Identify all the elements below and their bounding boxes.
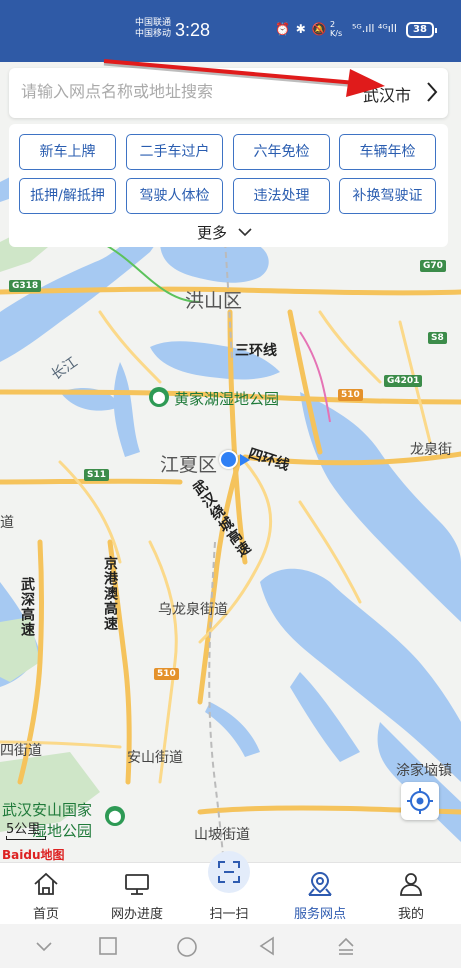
current-location-dot	[219, 450, 238, 469]
system-nav-bar	[0, 924, 461, 968]
tab-home-label: 首页	[32, 907, 59, 922]
monitor-icon	[125, 874, 149, 895]
map-label-longquan: 龙泉街	[410, 442, 452, 458]
service-shortcuts: 新车上牌 二手车过户 六年免检 车辆年检 抵押/解抵押 驾驶人体检 违法处理 补…	[9, 124, 448, 247]
signal-icon: ⁵ᴳ.ıll ⁴ᴳıll	[352, 22, 397, 35]
user-icon	[400, 873, 422, 896]
service-license-replace-button[interactable]: 补换驾驶证	[339, 178, 436, 214]
map-pin-icon	[308, 871, 332, 896]
more-services-button[interactable]: 更多	[197, 222, 227, 243]
tab-mine-label: 我的	[397, 907, 424, 922]
service-violation-button[interactable]: 违法处理	[233, 178, 330, 214]
net-speed-unit: K/s	[330, 29, 343, 38]
tab-scan[interactable]: 扫一扫	[184, 851, 274, 925]
shield-510-a: 510	[338, 389, 363, 401]
tab-mine[interactable]: 我的	[366, 863, 456, 925]
tab-service-points-label: 服务网点	[293, 907, 346, 922]
map-label-dao: 道	[0, 515, 14, 531]
service-driver-medical-button[interactable]: 驾驶人体检	[126, 178, 223, 214]
baidu-map-logo: Baidu地图	[2, 848, 65, 862]
shield-510-b: 510	[154, 668, 179, 680]
tab-home[interactable]: 首页	[1, 863, 91, 925]
status-bar: 中国联通 中国移动 3:28 ⏰ ✱ 🔕 2 K/s ⁵ᴳ.ıll ⁴ᴳıll …	[0, 0, 461, 62]
park-icon-2: ⬤	[105, 806, 125, 826]
chevron-down-icon[interactable]	[237, 227, 253, 237]
service-new-plate-button[interactable]: 新车上牌	[19, 134, 116, 170]
service-transfer-button[interactable]: 二手车过户	[126, 134, 223, 170]
location-heading-icon	[240, 454, 250, 466]
map-label-wushen: 武深高速	[19, 577, 35, 637]
map-scale-label: 5公里	[6, 822, 41, 837]
shield-s8: S8	[428, 332, 447, 344]
carrier-names: 中国联通 中国移动	[135, 18, 171, 40]
chevron-right-icon[interactable]	[425, 80, 439, 104]
carrier-unicom: 中国联通	[135, 18, 172, 28]
chevron-down-icon-nav[interactable]	[34, 936, 54, 956]
net-speed-value: 2	[330, 20, 336, 29]
park-icon: ⬤	[149, 387, 169, 407]
tab-progress-label: 网办进度	[110, 907, 163, 922]
crosshair-icon	[407, 788, 433, 814]
tab-service-points[interactable]: 服务网点	[275, 863, 365, 925]
bottom-tab-bar: 首页 网办进度 扫一扫 服务网点 我的	[0, 851, 461, 925]
home-circle-icon[interactable]	[176, 936, 198, 958]
annotation-arrow-icon	[103, 59, 385, 97]
locate-me-button[interactable]	[401, 782, 439, 820]
service-annual-inspection-button[interactable]: 车辆年检	[339, 134, 436, 170]
service-mortgage-button[interactable]: 抵押/解抵押	[19, 178, 116, 214]
map-label-huangjiahu: 黄家湖湿地公园	[174, 390, 280, 408]
service-exemption-button[interactable]: 六年免检	[233, 134, 330, 170]
map-label-wulongquan: 乌龙泉街道	[158, 602, 228, 618]
shield-s11: S11	[84, 469, 110, 481]
map-label-shanpo: 山坡街道	[194, 827, 250, 843]
recent-apps-icon[interactable]	[98, 936, 118, 956]
scan-icon	[218, 861, 240, 883]
map-label-hongshan: 洪山区	[185, 290, 243, 312]
carrier-mobile: 中国移动	[135, 29, 172, 39]
map-label-anshan: 安山街道	[127, 750, 183, 766]
shield-g70: G70	[420, 260, 446, 272]
net-speed: 2 K/s	[330, 20, 342, 38]
keyboard-up-icon[interactable]	[336, 936, 356, 956]
battery-icon: 38	[406, 22, 437, 38]
map-label-anshan-park-1: 武汉安山国家	[2, 801, 93, 819]
home-icon	[34, 872, 58, 895]
status-icons: ⏰ ✱ 🔕	[275, 22, 328, 36]
shield-g318: G318	[9, 280, 42, 292]
map-label-si-dao: 四街道	[0, 743, 42, 759]
map-label-jiangxia: 江夏区	[160, 454, 218, 476]
tab-scan-label: 扫一扫	[209, 907, 249, 922]
map-label-jinggang: 京港澳高速	[102, 556, 118, 631]
tab-progress[interactable]: 网办进度	[92, 863, 182, 925]
status-time: 3:28	[175, 20, 211, 40]
shield-g4201: G4201	[384, 375, 423, 387]
map-label-sanhuan: 三环线	[235, 343, 277, 359]
map-label-tujiatai: 涂家垴镇	[396, 763, 452, 779]
map-scale-bar	[6, 836, 46, 840]
back-icon[interactable]	[257, 936, 277, 956]
